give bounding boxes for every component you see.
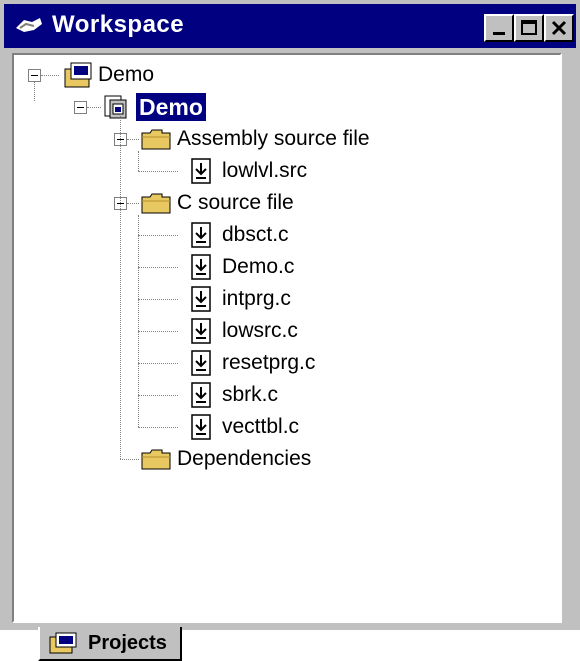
maximize-button[interactable] (514, 14, 544, 42)
minimize-button[interactable] (484, 14, 514, 42)
tree-connector (138, 299, 178, 300)
collapse-toggle[interactable] (74, 101, 87, 114)
tree-item-folder[interactable]: Assembly source file (177, 125, 370, 153)
workspace-icon (62, 61, 94, 94)
tree-connector (138, 215, 139, 427)
project-tree-panel[interactable]: Demo Demo Assembly source file lowlvl.src C … (12, 53, 562, 623)
window-title: Workspace (52, 11, 185, 38)
folder-icon (140, 447, 172, 476)
tree-connector (34, 82, 35, 101)
tree-item-file[interactable]: vecttbl.c (222, 413, 299, 441)
file-icon (189, 157, 213, 190)
tab-projects[interactable]: Projects (38, 627, 182, 661)
file-icon (189, 253, 213, 286)
file-icon (189, 317, 213, 350)
tree-connector (138, 363, 178, 364)
tree-item-file[interactable]: lowsrc.c (222, 317, 298, 345)
tree-connector (138, 171, 178, 172)
tree-connector (138, 427, 178, 428)
workspace-window: Workspace Demo Demo Assembly source file lo… (0, 0, 580, 630)
tree-item-file[interactable]: lowlvl.src (222, 157, 307, 185)
file-icon (189, 413, 213, 446)
tree-connector (41, 75, 59, 76)
tab-label: Projects (88, 632, 167, 654)
projects-icon (49, 632, 77, 654)
file-icon (189, 349, 213, 382)
close-button[interactable] (544, 14, 574, 42)
folder-icon (140, 191, 172, 220)
tree-item-file[interactable]: sbrk.c (222, 381, 278, 409)
tree-connector (87, 107, 101, 108)
tree-item-file[interactable]: dbsct.c (222, 221, 289, 249)
tree-connector (138, 267, 178, 268)
tree-item-folder[interactable]: Dependencies (177, 445, 311, 473)
project-tree[interactable]: Demo Demo Assembly source file lowlvl.src C … (14, 55, 560, 621)
tree-connector (127, 203, 139, 204)
tree-item-folder[interactable]: C source file (177, 189, 294, 217)
minimize-icon (493, 32, 505, 35)
tree-connector (138, 395, 178, 396)
tree-connector (138, 151, 139, 171)
project-icon (102, 93, 130, 126)
tree-connector (127, 139, 139, 140)
tree-item-file[interactable]: resetprg.c (222, 349, 315, 377)
tree-item-project[interactable]: Demo (136, 93, 206, 121)
tree-connector (138, 235, 178, 236)
file-icon (189, 381, 213, 414)
tree-item-root[interactable]: Demo (98, 61, 154, 89)
file-icon (189, 285, 213, 318)
close-icon (551, 20, 567, 36)
tree-connector (138, 331, 178, 332)
workspace-icon (16, 18, 42, 32)
folder-icon (140, 127, 172, 156)
title-bar[interactable]: Workspace (4, 4, 576, 48)
tree-item-file[interactable]: Demo.c (222, 253, 294, 281)
tree-item-file[interactable]: intprg.c (222, 285, 291, 313)
tree-connector (120, 459, 139, 460)
file-icon (189, 221, 213, 254)
collapse-toggle[interactable] (28, 69, 41, 82)
maximize-icon (521, 20, 537, 35)
tree-connector (120, 114, 121, 459)
